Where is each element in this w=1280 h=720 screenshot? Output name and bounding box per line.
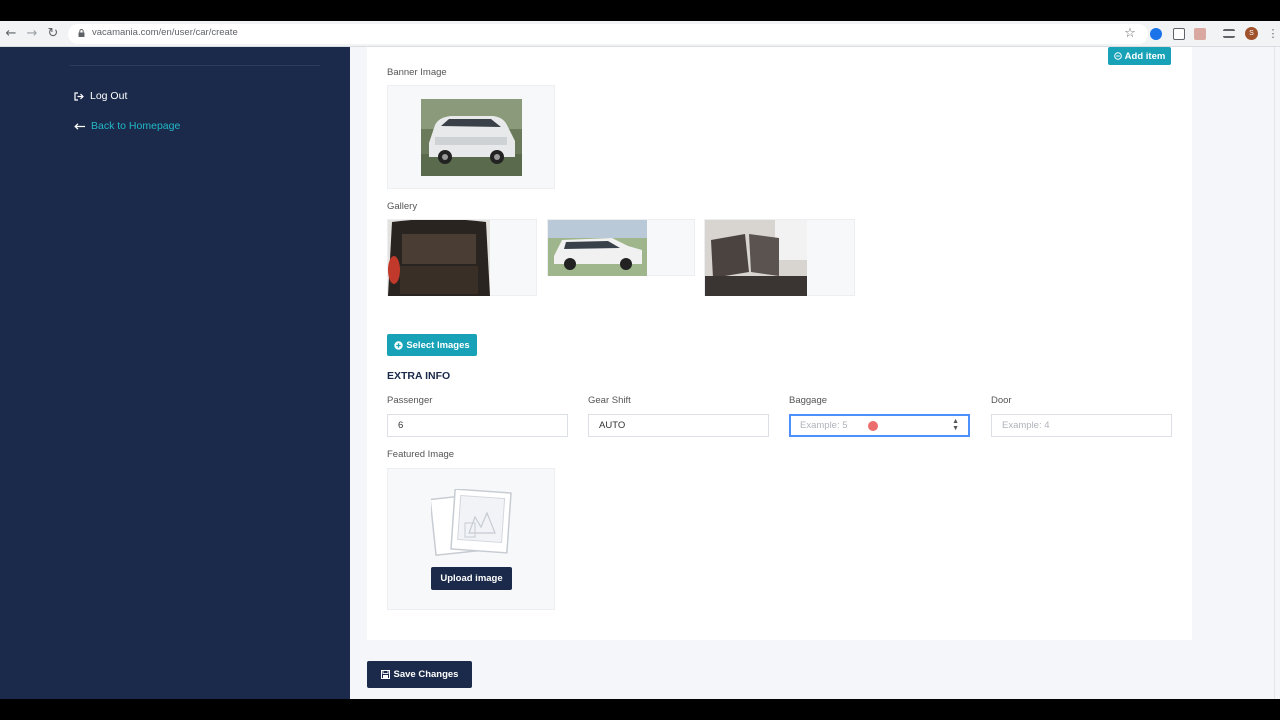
browser-toolbar: ← → ↻ vacamania.com/en/user/car/create ☆…: [0, 21, 1280, 47]
logout-label: Log Out: [90, 90, 128, 102]
banner-image-box[interactable]: [387, 85, 555, 189]
logout-link[interactable]: Log Out: [74, 90, 127, 102]
cursor-click-indicator: [868, 421, 878, 431]
menu-icon[interactable]: ⋮: [1264, 25, 1280, 43]
door-input[interactable]: Example: 4: [991, 414, 1172, 437]
bottom-letterbox: [0, 699, 1280, 720]
minus-circle-icon: [1113, 52, 1122, 60]
door-label: Door: [991, 395, 1012, 406]
reload-icon[interactable]: ↻: [44, 25, 62, 43]
select-images-label: Select Images: [406, 339, 470, 351]
back-to-homepage-link[interactable]: Back to Homepage: [74, 120, 180, 132]
upload-image-button[interactable]: Upload image: [431, 567, 512, 590]
pdf-extension-icon[interactable]: [1194, 28, 1206, 40]
select-images-button[interactable]: Select Images: [387, 334, 477, 356]
lock-icon: [78, 29, 85, 37]
page-scrollbar[interactable]: [1274, 47, 1280, 699]
sidebar-divider: [70, 65, 320, 66]
passenger-input[interactable]: 6: [387, 414, 568, 437]
baggage-label: Baggage: [789, 395, 828, 406]
gallery-image-2[interactable]: [547, 219, 695, 276]
gallery-image-1[interactable]: [387, 219, 537, 296]
address-bar[interactable]: vacamania.com/en/user/car/create: [68, 24, 1148, 44]
featured-image-label: Featured Image: [387, 449, 455, 460]
gallery-trunk-photo: [388, 220, 490, 296]
passenger-label: Passenger: [387, 395, 433, 406]
gallery-image-3[interactable]: [704, 219, 855, 296]
image-placeholder-icon: [431, 489, 512, 556]
sidebar: Log Out Back to Homepage: [0, 47, 350, 699]
baggage-placeholder: Example: 5: [800, 420, 848, 431]
arrow-left-icon: [74, 122, 85, 130]
floppy-disk-icon: [380, 670, 390, 679]
number-spinner-icon[interactable]: ▲ ▼: [952, 418, 959, 432]
screen: ← → ↻ vacamania.com/en/user/car/create ☆…: [0, 0, 1280, 720]
reading-list-icon[interactable]: [1223, 29, 1235, 38]
gallery-side-car-photo: [548, 220, 647, 276]
gear-shift-input[interactable]: AUTO: [588, 414, 769, 437]
save-changes-label: Save Changes: [393, 669, 459, 680]
gallery-interior-photo: [705, 220, 807, 296]
add-item-label: Add item: [1124, 50, 1166, 62]
document-extension-icon[interactable]: [1173, 28, 1185, 40]
car-form-card: Add item Banner Image Gallery Select Ima…: [367, 47, 1192, 640]
banner-image-label: Banner Image: [387, 67, 447, 78]
save-changes-button[interactable]: Save Changes: [367, 661, 472, 688]
baggage-input[interactable]: Example: 5 ▲ ▼: [789, 414, 970, 437]
browser-tabstrip: [0, 0, 1280, 21]
gallery-label: Gallery: [387, 201, 418, 212]
extra-info-title: EXTRA INFO: [387, 370, 451, 382]
bookmark-star-icon[interactable]: ☆: [1121, 25, 1139, 43]
upload-image-label: Upload image: [440, 573, 503, 584]
sign-out-icon: [74, 91, 84, 101]
banner-car-photo: [421, 99, 522, 176]
profile-avatar[interactable]: S: [1245, 27, 1258, 40]
page: Log Out Back to Homepage Add item Banner…: [0, 47, 1280, 699]
url-text: vacamania.com/en/user/car/create: [92, 27, 238, 38]
forward-icon[interactable]: →: [23, 25, 41, 43]
back-icon[interactable]: ←: [2, 25, 20, 43]
featured-image-box[interactable]: Upload image: [387, 468, 555, 610]
extension-icon[interactable]: [1150, 28, 1162, 40]
add-item-button[interactable]: Add item: [1108, 47, 1171, 65]
plus-circle-icon: [394, 340, 404, 350]
back-to-homepage-label: Back to Homepage: [91, 120, 181, 132]
gear-shift-label: Gear Shift: [588, 395, 631, 406]
